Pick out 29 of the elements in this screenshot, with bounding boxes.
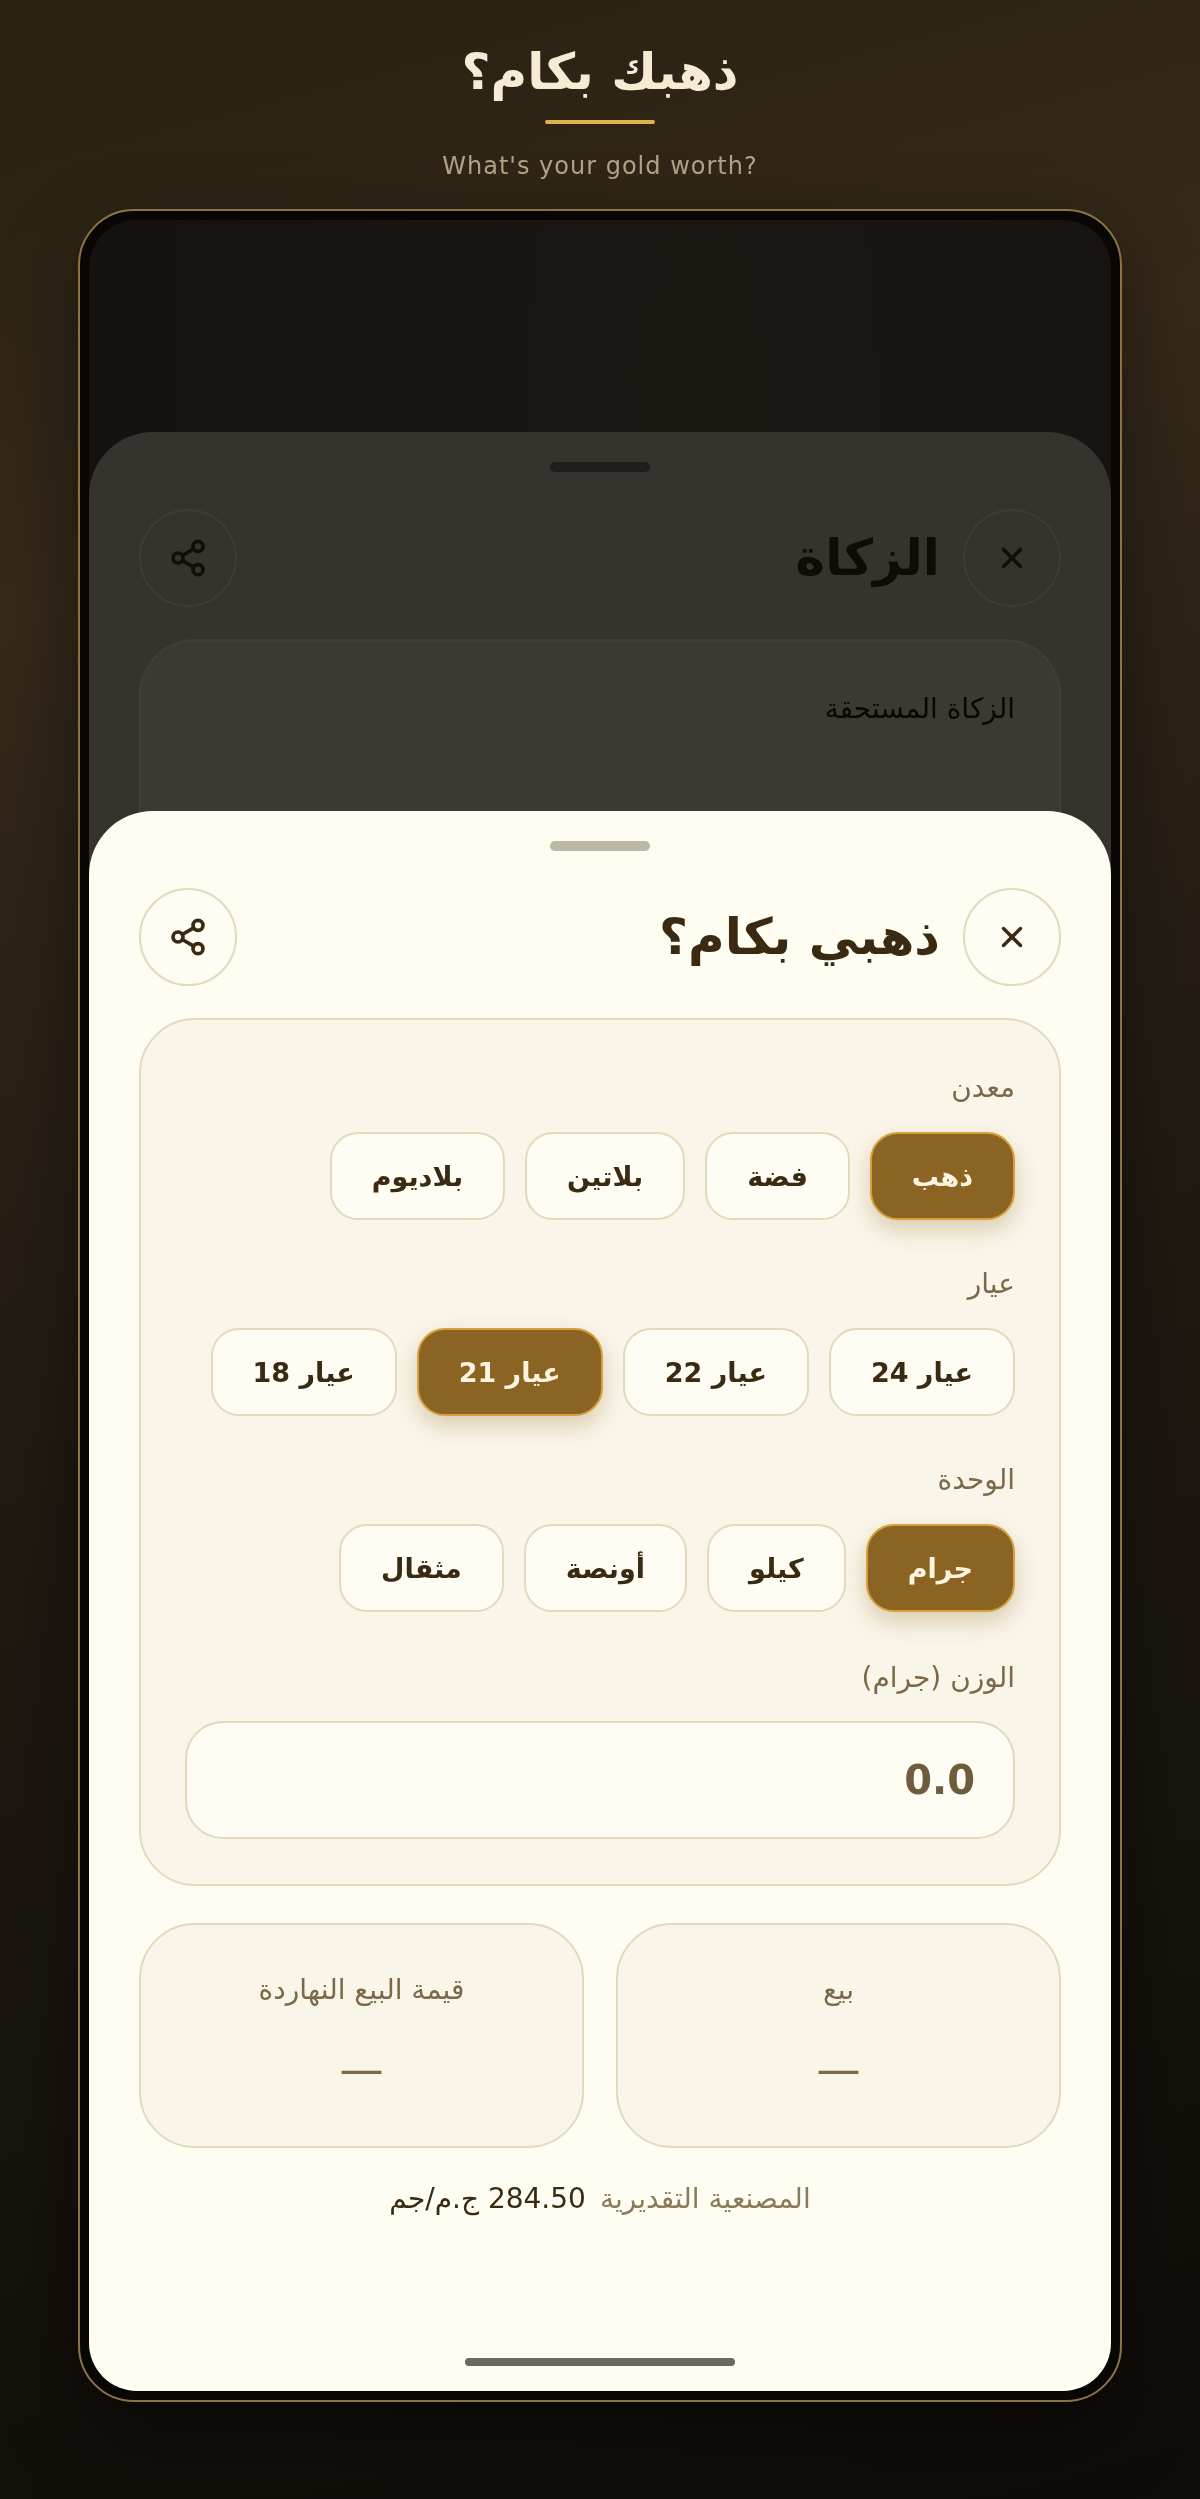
option-chip[interactable]: فضة [705, 1132, 850, 1220]
page-subtitle: What's your gold worth? [442, 151, 758, 182]
option-chip[interactable]: جرام [865, 1524, 1015, 1612]
workmanship-label: المصنعية التقديرية [599, 2181, 811, 2217]
option-chip[interactable]: عيار 24 [828, 1328, 1015, 1416]
result-label: بيع [822, 1972, 855, 2008]
option-chip[interactable]: كيلو [707, 1524, 846, 1612]
weight-input-field[interactable]: 0.0 [185, 1721, 1015, 1839]
share-icon [168, 538, 208, 578]
option-chip[interactable]: أونصة [523, 1524, 687, 1612]
drag-handle[interactable] [550, 841, 650, 851]
option-chip[interactable]: بلاديوم [329, 1132, 506, 1220]
result-value: — [816, 2043, 861, 2097]
option-chip[interactable]: عيار 22 [622, 1328, 809, 1416]
result-label: قيمة البيع النهاردة [258, 1972, 465, 2008]
sheet-title: ذهبي بكام؟ [659, 907, 940, 968]
option-chip[interactable]: ذهب [869, 1132, 1015, 1220]
page-title: ذهبك بكام؟ [461, 42, 739, 103]
field-label: عيار [967, 1266, 1015, 1302]
workmanship-value: 284.50 ج.م/جم [389, 2181, 586, 2218]
field-label: الوحدة [937, 1462, 1015, 1498]
share-icon [168, 917, 208, 957]
option-chip[interactable]: عيار 21 [416, 1328, 603, 1416]
option-chip[interactable]: بلاتين [525, 1132, 686, 1220]
field-label: معدن [951, 1070, 1015, 1106]
field-label: الوزن (جرام) [861, 1660, 1015, 1696]
option-chip[interactable]: مثقال [339, 1524, 504, 1612]
result-value: — [339, 2043, 384, 2097]
option-chip[interactable]: عيار 18 [210, 1328, 397, 1416]
